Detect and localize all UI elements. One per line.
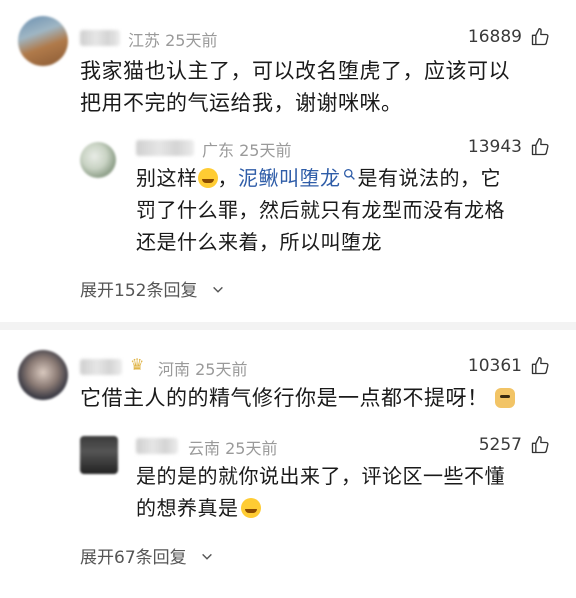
reply-text-line: 是的是的就你说出来了，评论区一些不懂	[136, 464, 505, 488]
reply-text: 别这样 ，泥鳅叫堕龙 是有说法的，它 罚了什么罪，然后就只有龙型而没有龙格 还是什么…	[136, 162, 556, 258]
reply-text-line: 的想养真是	[136, 492, 556, 524]
like-count: 10361	[467, 356, 522, 376]
doge-emoji	[494, 388, 515, 408]
reply-text-line: 罚了什么罪，然后就只有龙型而没有龙格	[136, 198, 505, 222]
crying-face-emoji	[240, 498, 261, 518]
expand-replies-label: 展开152条回复	[80, 281, 198, 301]
search-icon[interactable]	[343, 168, 356, 181]
section-divider	[0, 322, 576, 330]
expand-replies-button[interactable]: 展开67条回复	[80, 543, 214, 568]
comment-text: 它借主人的的精气修行你是一点都不提呀！	[80, 382, 560, 414]
username-blurred[interactable]	[80, 359, 122, 375]
like-count: 16889	[467, 27, 522, 47]
reply-text: 是的是的就你说出来了，评论区一些不懂 的想养真是	[136, 460, 556, 524]
expand-replies-label: 展开67条回复	[80, 548, 187, 568]
reply-avatar[interactable]	[80, 436, 118, 474]
reply-username-blurred[interactable]	[136, 438, 178, 454]
chevron-down-icon	[202, 553, 212, 560]
thumbs-up-icon[interactable]	[530, 137, 550, 157]
comment-location-time: 江苏 25天前	[128, 31, 218, 50]
reply-like-count: 13943	[467, 137, 522, 157]
reply-like-count: 5257	[478, 435, 522, 455]
comment-text: 我家猫也认主了，可以改名堕虎了，应该可以 把用不完的气运给我，谢谢咪咪。	[80, 55, 550, 119]
reply-text-line: 还是什么来着，所以叫堕龙	[136, 230, 382, 254]
crying-face-emoji	[197, 168, 218, 188]
chevron-down-icon	[212, 286, 223, 293]
thumbs-up-icon[interactable]	[530, 27, 550, 47]
avatar[interactable]	[18, 350, 68, 400]
comment-location-time: 河南 25天前	[158, 360, 248, 379]
avatar[interactable]	[18, 16, 68, 66]
reply-username-blurred[interactable]	[136, 140, 194, 156]
reply-text-line: 别这样 ，泥鳅叫堕龙 是有说法的，它	[136, 166, 501, 190]
reply-avatar[interactable]	[80, 142, 116, 178]
thumbs-up-icon[interactable]	[530, 435, 550, 455]
thumbs-up-icon[interactable]	[530, 356, 550, 376]
reply-location-time: 广东 25天前	[202, 141, 292, 160]
username-blurred[interactable]	[80, 30, 120, 46]
crown-badge-icon: ♛	[130, 355, 145, 374]
comment-text-line: 我家猫也认主了，可以改名堕虎了，应该可以	[80, 59, 510, 83]
expand-replies-button[interactable]: 展开152条回复	[80, 276, 225, 301]
reply-text-segment: 别这样	[136, 166, 198, 190]
comment-text-line: 把用不完的气运给我，谢谢咪咪。	[80, 91, 403, 115]
reply-text-segment: 是有说法的，它	[357, 166, 501, 190]
search-link[interactable]: 泥鳅叫堕龙	[238, 166, 341, 190]
reply-location-time: 云南 25天前	[188, 439, 278, 458]
comment-text-line: 它借主人的的精气修行你是一点都不提呀！	[80, 386, 489, 410]
reply-text-segment: 的想养真是	[136, 496, 239, 520]
